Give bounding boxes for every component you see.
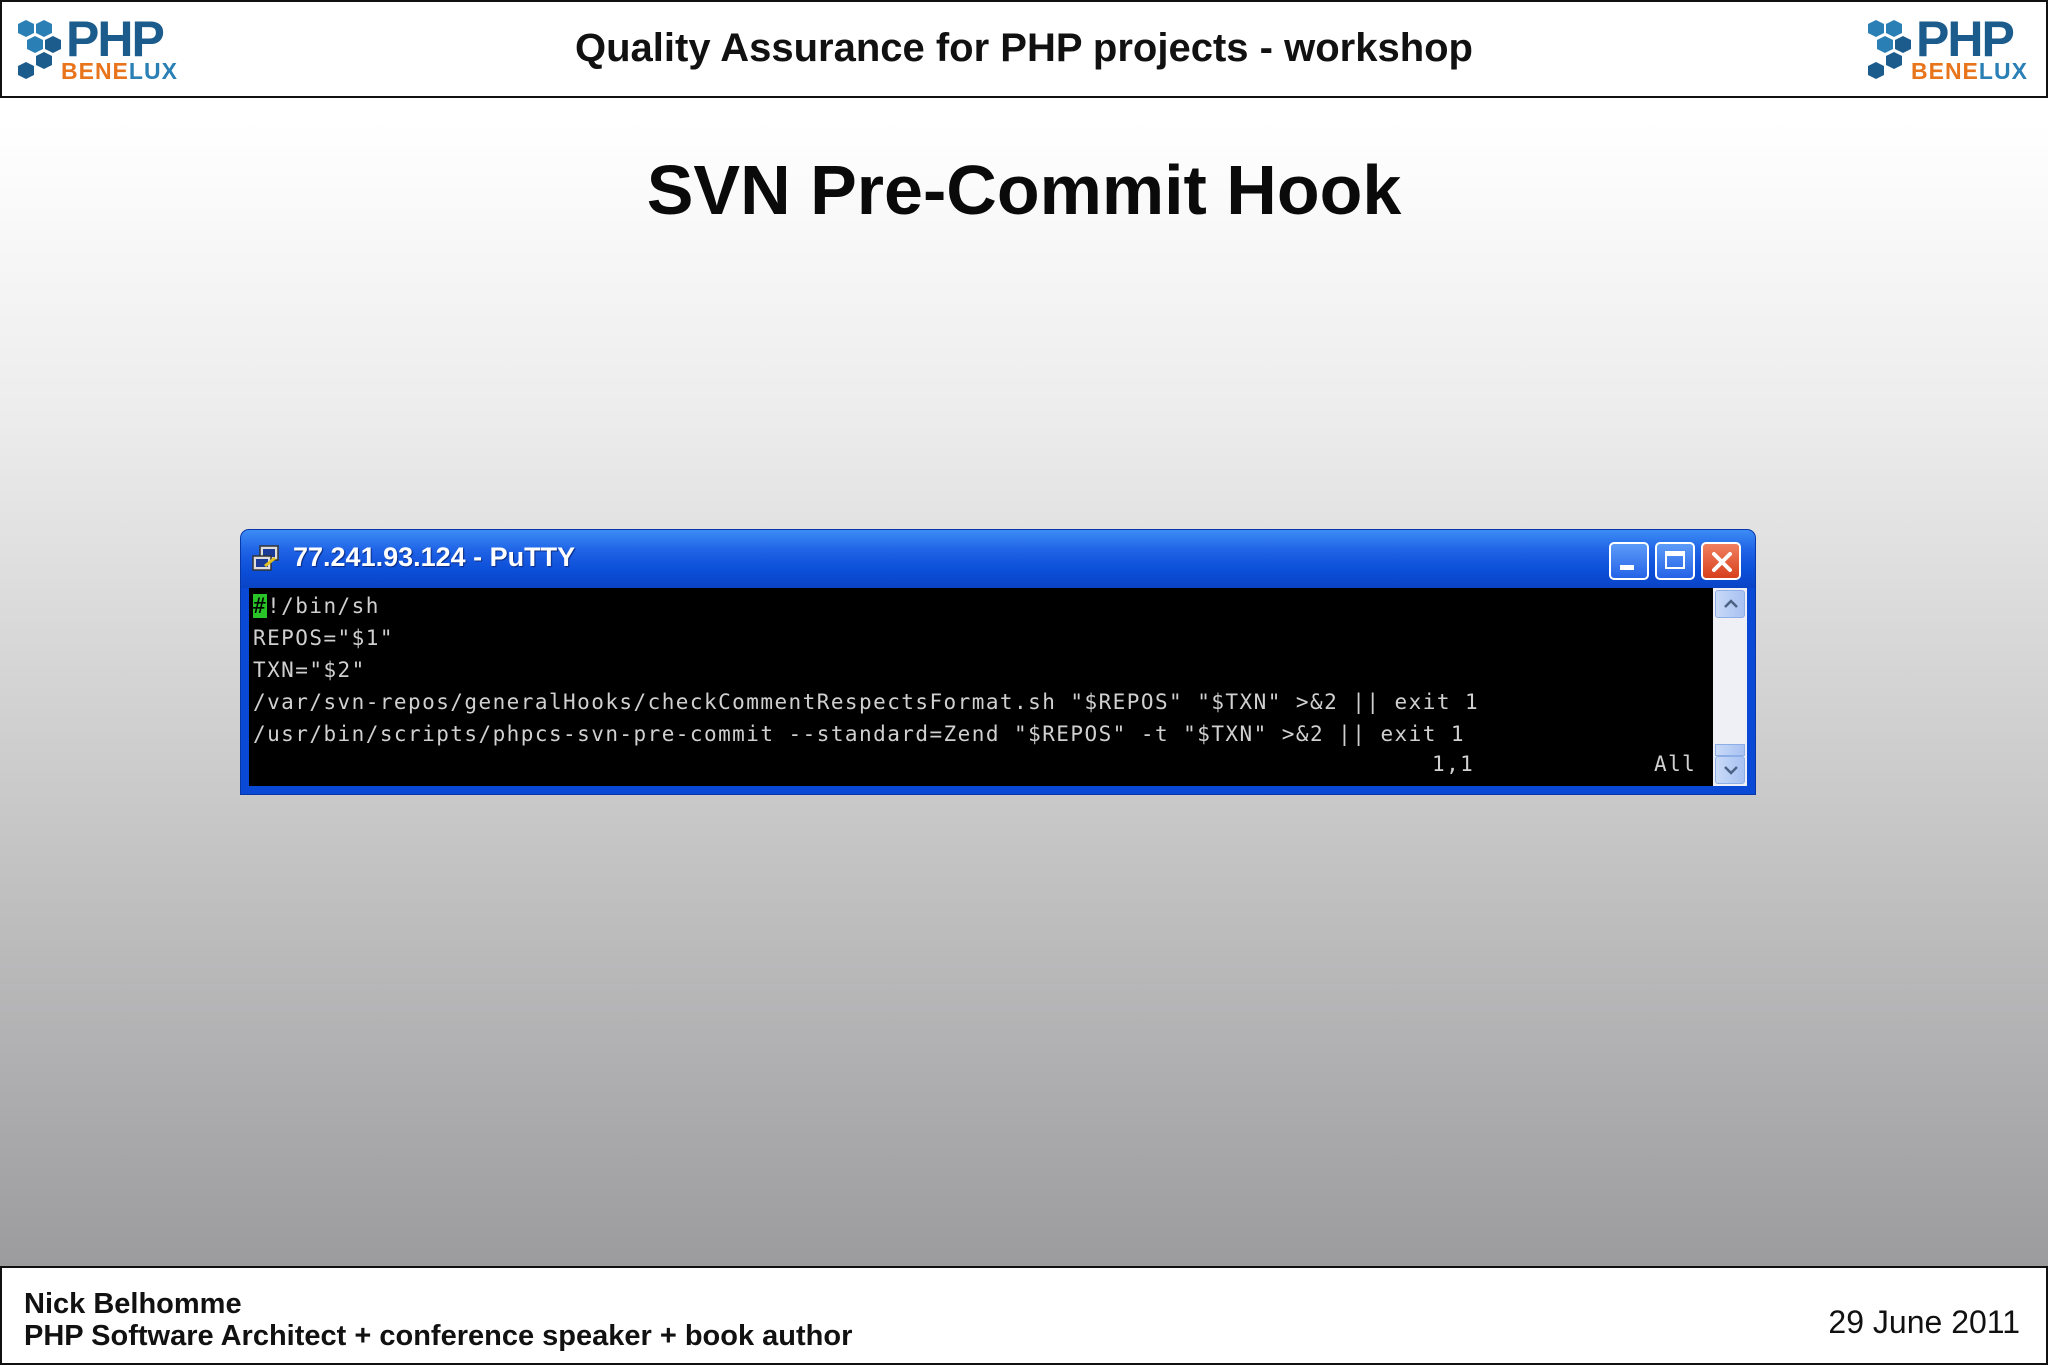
terminal-line: /var/svn-repos/generalHooks/checkComment…	[253, 690, 1480, 714]
header-title: Quality Assurance for PHP projects - wor…	[574, 26, 1473, 70]
scroll-status: All	[1654, 752, 1697, 776]
logo-benelux-text: BENELUX	[1911, 58, 2028, 84]
terminal-line: /usr/bin/scripts/phpcs-svn-pre-commit --…	[253, 722, 1466, 746]
terminal-line: #!/bin/sh	[253, 594, 380, 618]
putty-window[interactable]: 77.241.93.124 - PuTTY #!/bin/sh REPOS="$…	[241, 530, 1755, 794]
hexagon-cluster-icon	[1868, 20, 1911, 79]
presentation-date: 29 June 2011	[1828, 1304, 2020, 1340]
minimize-button[interactable]	[1609, 542, 1649, 580]
terminal-line: TXN="$2"	[253, 658, 366, 682]
vertical-scrollbar[interactable]	[1713, 588, 1747, 786]
cursor-position: 1,1	[1432, 752, 1475, 776]
window-titlebar[interactable]: 77.241.93.124 - PuTTY	[241, 530, 1755, 588]
close-button[interactable]	[1701, 542, 1741, 580]
window-title: 77.241.93.124 - PuTTY	[293, 542, 576, 572]
putty-icon[interactable]	[251, 544, 281, 574]
presenter-name: Nick Belhomme	[24, 1288, 242, 1320]
terminal-cursor: #	[253, 594, 268, 618]
maximize-button[interactable]	[1655, 542, 1695, 580]
scroll-up-button[interactable]	[1715, 590, 1745, 618]
scrollbar-thumb[interactable]	[1715, 744, 1745, 756]
close-icon	[1712, 552, 1732, 572]
terminal-line: REPOS="$1"	[253, 626, 394, 650]
php-benelux-logo-right: PHP BENELUX	[1864, 11, 2044, 86]
chevron-up-icon	[1724, 599, 1738, 608]
slide-footer: Nick Belhomme PHP Software Architect + c…	[0, 1266, 2048, 1365]
slide-header: PHP BENELUX Quality Assurance for PHP pr…	[0, 0, 2048, 98]
presenter-role: PHP Software Architect + conference spea…	[24, 1320, 853, 1352]
scroll-down-button[interactable]	[1715, 756, 1745, 784]
terminal-screen[interactable]: #!/bin/sh REPOS="$1" TXN="$2" /var/svn-r…	[249, 588, 1713, 786]
slide-title: SVN Pre-Commit Hook	[646, 151, 1402, 229]
chevron-down-icon	[1724, 766, 1738, 775]
